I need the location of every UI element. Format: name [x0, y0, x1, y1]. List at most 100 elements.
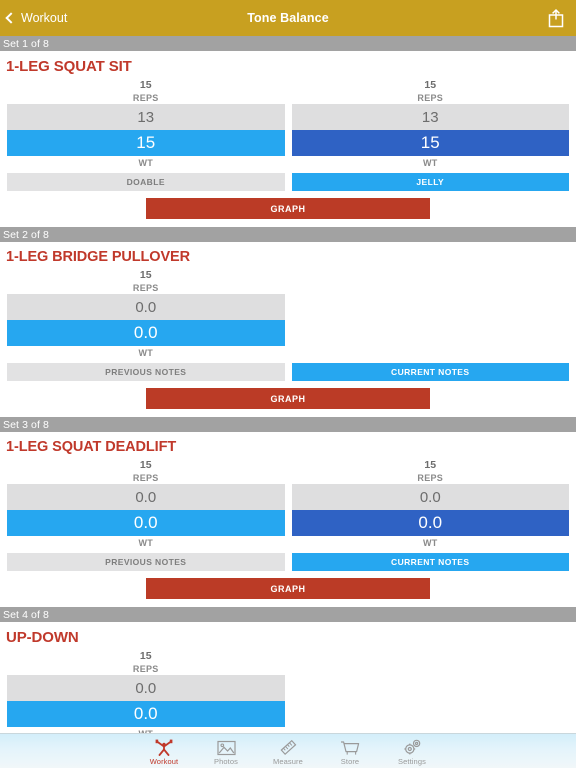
notes-row: DOABLE JELLY — [0, 173, 576, 191]
weight-label: WT — [138, 538, 154, 548]
weight-label: WT — [138, 348, 154, 358]
graph-row: GRAPH — [0, 381, 576, 417]
right-column: 15 REPS — [292, 459, 570, 484]
set-section: Set 4 of 8 UP-DOWN 15 REPS 0.0 0.0 WT — [0, 607, 576, 742]
workout-list[interactable]: Set 1 of 8 1-LEG SQUAT SIT 15 REPS 15 RE… — [0, 36, 576, 768]
exercise-title: 1-LEG SQUAT DEADLIFT — [6, 439, 177, 455]
tab-settings[interactable]: Settings — [381, 737, 443, 768]
notes-row: PREVIOUS NOTES CURRENT NOTES — [0, 553, 576, 571]
tab-label: Workout — [149, 757, 179, 766]
right-column-empty — [292, 650, 570, 675]
current-notes-button[interactable]: CURRENT NOTES — [291, 363, 569, 381]
page-title: Tone Balance — [247, 11, 329, 25]
graph-button[interactable]: GRAPH — [146, 198, 430, 219]
weight-row: 0.0 0.0 WT — [0, 675, 576, 742]
back-button[interactable]: Workout — [0, 11, 67, 25]
tab-measure[interactable]: Measure — [257, 737, 319, 768]
notes-row: PREVIOUS NOTES CURRENT NOTES — [0, 363, 576, 381]
previous-weight-cell[interactable]: 0.0 — [7, 484, 285, 510]
left-column: 0.0 0.0 WT — [7, 484, 285, 551]
right-column-empty — [292, 269, 570, 294]
tab-label: Measure — [273, 757, 303, 766]
reps-row: 15 REPS 15 REPS — [0, 459, 576, 484]
previous-notes-button[interactable]: PREVIOUS NOTES — [7, 363, 285, 381]
tab-bar: Workout Photos Measure Store Settings — [0, 733, 576, 768]
set-header: Set 2 of 8 — [0, 227, 576, 242]
previous-weight-cell[interactable]: 13 — [291, 104, 569, 130]
previous-notes-button[interactable]: DOABLE — [7, 173, 285, 191]
current-notes-button[interactable]: CURRENT NOTES — [291, 553, 569, 571]
reps-value: 15 — [424, 459, 437, 471]
tab-label: Photos — [214, 757, 238, 766]
current-weight-cell[interactable]: 0.0 — [291, 510, 569, 536]
reps-label: REPS — [132, 93, 159, 103]
gears-icon — [402, 737, 422, 756]
app-root: Workout Tone Balance Set 1 of 8 1-LEG SQ… — [0, 0, 576, 768]
current-weight-cell[interactable]: 0.0 — [7, 510, 285, 536]
graph-button[interactable]: GRAPH — [146, 578, 430, 599]
set-section: Set 1 of 8 1-LEG SQUAT SIT 15 REPS 15 RE… — [0, 36, 576, 227]
right-column-empty — [292, 675, 570, 742]
share-icon[interactable] — [546, 7, 566, 29]
cart-icon — [340, 737, 360, 756]
left-column: 15 REPS — [7, 650, 285, 675]
weight-row: 0.0 0.0 WT 0.0 0.0 WT — [0, 484, 576, 551]
right-column: 0.0 0.0 WT — [291, 484, 569, 551]
reps-value: 15 — [139, 269, 152, 281]
tab-label: Store — [340, 757, 360, 766]
graph-button[interactable]: GRAPH — [146, 388, 430, 409]
weight-label: WT — [422, 158, 438, 168]
reps-label: REPS — [417, 93, 444, 103]
current-weight-cell[interactable]: 0.0 — [7, 701, 285, 727]
graph-row: GRAPH — [0, 571, 576, 607]
set-header: Set 4 of 8 — [0, 607, 576, 622]
set-header: Set 1 of 8 — [0, 36, 576, 51]
tab-store[interactable]: Store — [319, 737, 381, 768]
reps-value: 15 — [424, 79, 437, 91]
right-column-empty — [292, 294, 570, 361]
set-section: Set 3 of 8 1-LEG SQUAT DEADLIFT 15 REPS … — [0, 417, 576, 607]
reps-value: 15 — [139, 459, 152, 471]
tab-photos[interactable]: Photos — [195, 737, 257, 768]
graph-row: GRAPH — [0, 191, 576, 227]
left-column: 15 REPS — [7, 459, 285, 484]
weight-label: WT — [138, 158, 154, 168]
reps-row: 15 REPS — [0, 650, 576, 675]
reps-label: REPS — [132, 664, 159, 674]
chevron-left-icon — [5, 12, 17, 24]
left-column: 0.0 0.0 WT — [7, 294, 285, 361]
reps-label: REPS — [132, 283, 159, 293]
reps-row: 15 REPS 15 REPS — [0, 79, 576, 104]
ruler-icon — [279, 737, 298, 756]
photo-icon — [216, 737, 236, 756]
reps-label: REPS — [132, 473, 159, 483]
current-weight-cell[interactable]: 15 — [7, 130, 285, 156]
current-weight-cell[interactable]: 15 — [291, 130, 569, 156]
tab-label: Settings — [398, 757, 426, 766]
left-column: 15 REPS — [7, 79, 285, 104]
exercise-title: UP-DOWN — [6, 629, 79, 646]
left-column: 0.0 0.0 WT — [7, 675, 285, 742]
back-button-label: Workout — [21, 11, 68, 25]
right-column: 13 15 WT — [291, 104, 569, 171]
navigation-bar: Workout Tone Balance — [0, 0, 576, 36]
reps-label: REPS — [417, 473, 444, 483]
left-column: 13 15 WT — [7, 104, 285, 171]
previous-weight-cell[interactable]: 0.0 — [7, 675, 285, 701]
tab-workout[interactable]: Workout — [133, 737, 195, 768]
exercise-title: 1-LEG SQUAT SIT — [6, 58, 132, 75]
set-section: Set 2 of 8 1-LEG BRIDGE PULLOVER 15 REPS… — [0, 227, 576, 417]
current-notes-button[interactable]: JELLY — [291, 173, 569, 191]
exercise-title: 1-LEG BRIDGE PULLOVER — [6, 249, 191, 265]
weight-label: WT — [422, 538, 438, 548]
reps-value: 15 — [139, 650, 152, 662]
right-column: 15 REPS — [292, 79, 570, 104]
reps-row: 15 REPS — [0, 269, 576, 294]
previous-notes-button[interactable]: PREVIOUS NOTES — [7, 553, 285, 571]
previous-weight-cell[interactable]: 0.0 — [291, 484, 569, 510]
previous-weight-cell[interactable]: 13 — [7, 104, 285, 130]
weight-row: 0.0 0.0 WT — [0, 294, 576, 361]
previous-weight-cell[interactable]: 0.0 — [7, 294, 285, 320]
current-weight-cell[interactable]: 0.0 — [7, 320, 285, 346]
set-header: Set 3 of 8 — [0, 417, 576, 432]
